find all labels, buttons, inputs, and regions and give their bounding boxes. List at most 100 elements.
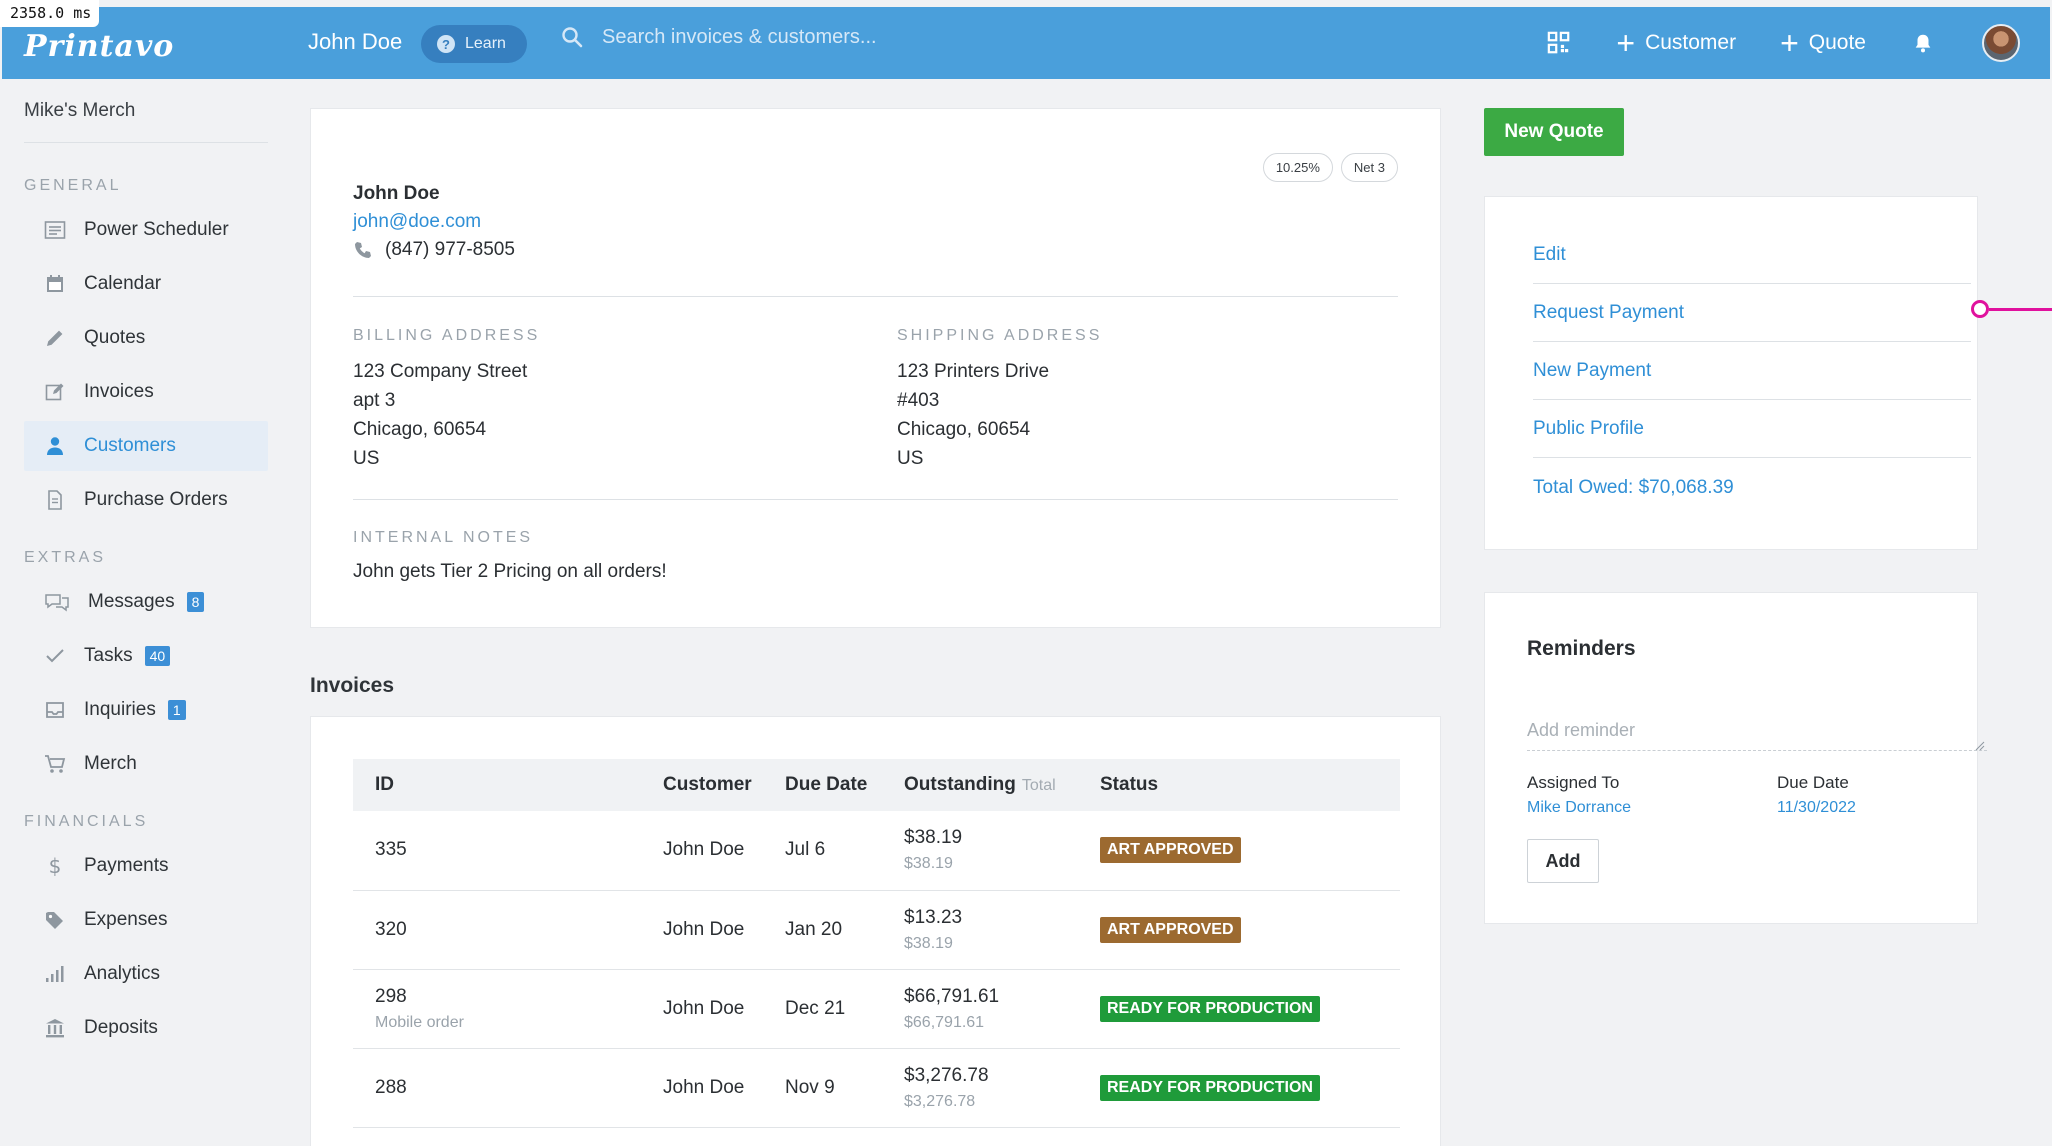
add-customer-button[interactable]: + Customer [1616,27,1736,59]
sidebar-item-label: Merch [84,753,137,774]
total-amount: $38.19 [904,934,953,952]
current-user-name[interactable]: John Doe [308,29,402,55]
sidebar-item-tasks[interactable]: Tasks 40 [24,631,268,681]
invoice-id[interactable]: 335 [353,811,663,891]
due-date-value[interactable]: 11/30/2022 [1777,799,1856,817]
add-quote-button[interactable]: + Quote [1780,27,1866,59]
outstanding-amount: $38.19 [904,827,963,849]
plus-icon: + [1616,25,1636,61]
status-badge[interactable]: READY FOR PRODUCTION [1100,1074,1320,1101]
sidebar-item-analytics[interactable]: Analytics [24,949,268,999]
total-owed-link[interactable]: Total Owed: $70,068.39 [1533,459,1971,516]
status-badge[interactable]: READY FOR PRODUCTION [1100,995,1320,1022]
schedule-icon [44,221,66,239]
table-row[interactable]: 298 Mobile order John Doe Dec 21 $66,791.… [353,969,1400,1049]
reminders-heading: Reminders [1527,637,1636,660]
invoice-customer: John Doe [663,890,785,970]
invoice-id-value: 298 [375,985,407,1007]
new-quote-button[interactable]: New Quote [1484,108,1624,156]
new-payment-link[interactable]: New Payment [1533,343,1971,400]
sidebar-item-payments[interactable]: $ Payments [24,841,268,891]
internal-notes-text: John gets Tier 2 Pricing on all orders! [353,561,667,582]
billing-address-label: BILLING ADDRESS [353,327,541,344]
add-reminder-input[interactable] [1527,711,1987,751]
top-bar: Printavo John Doe ? Learn + Customer + Q… [2,7,2050,79]
invoices-card: ID Customer Due Date Outstanding Total St… [310,716,1441,1146]
search-bar [560,25,1202,49]
sidebar-item-customers[interactable]: Customers [24,421,268,471]
reminder-due-date: Due Date 11/30/2022 [1777,773,1856,817]
billing-address: BILLING ADDRESS 123 Company Street apt 3… [353,327,540,473]
customer-name: John Doe [353,183,440,204]
customer-email-link[interactable]: john@doe.com [353,211,481,233]
sidebar: Mike's Merch GENERAL Power Scheduler Cal… [24,100,268,1057]
sidebar-item-power-scheduler[interactable]: Power Scheduler [24,205,268,255]
column-header-id[interactable]: ID [353,759,663,811]
column-header-outstanding[interactable]: Outstanding Total [904,759,1100,811]
customer-phone-number: (847) 977-8505 [385,239,515,260]
invoice-id-value: 288 [375,1076,407,1098]
avatar[interactable] [1982,24,2020,62]
column-header-status[interactable]: Status [1100,759,1400,811]
sidebar-item-merch[interactable]: Merch [24,739,268,789]
invoice-status: ART APPROVED [1100,890,1400,970]
edit-link[interactable]: Edit [1533,227,1971,284]
add-reminder-button[interactable]: Add [1527,839,1599,883]
customer-info-card: 10.25% Net 3 John Doe john@doe.com (847)… [310,108,1441,628]
shipping-address: SHIPPING ADDRESS 123 Printers Drive #403… [897,327,1102,473]
total-sublabel: Total [1021,777,1056,794]
sidebar-item-expenses[interactable]: Expenses [24,895,268,945]
sidebar-item-quotes[interactable]: Quotes [24,313,268,363]
table-row[interactable]: 320 John Doe Jan 20 $13.23 $38.19 ART APP… [353,890,1400,970]
customer-tags: 10.25% Net 3 [1262,153,1398,182]
column-header-customer[interactable]: Customer [663,759,785,811]
task-count-badge: 40 [144,646,171,666]
invoice-id[interactable]: 298 Mobile order [353,969,663,1049]
grid-icon[interactable] [1546,30,1572,56]
add-quote-label: Quote [1808,31,1866,54]
app-logo[interactable]: Printavo [24,29,174,64]
address-line: apt 3 [353,390,396,411]
sidebar-item-deposits[interactable]: Deposits [24,1003,268,1053]
assigned-to-value[interactable]: Mike Dorrance [1527,799,1631,817]
timing-readout: 2358.0 ms [0,0,100,27]
search-input[interactable] [602,25,1202,49]
outstanding-amount: $66,791.61 [904,985,1000,1007]
user-icon [47,437,63,455]
sidebar-item-label: Customers [84,435,176,456]
tax-rate-pill: 10.25% [1262,153,1333,182]
svg-text:$: $ [49,855,62,877]
inbox-icon [46,702,64,718]
learn-button[interactable]: ? Learn [421,25,527,63]
status-badge[interactable]: ART APPROVED [1100,837,1241,864]
invoice-outstanding: $13.23 $38.19 [904,890,1100,970]
request-payment-link[interactable]: Request Payment [1533,285,1971,342]
shipping-address-label: SHIPPING ADDRESS [897,327,1103,344]
help-icon: ? [437,35,455,53]
invoice-customer: John Doe [663,811,785,891]
annotation-marker [1971,300,1989,318]
column-header-due-date[interactable]: Due Date [785,759,904,811]
invoice-due-date: Nov 9 [785,1048,904,1128]
sidebar-item-purchase-orders[interactable]: Purchase Orders [24,475,268,525]
bell-icon[interactable] [1910,30,1936,56]
sidebar-item-calendar[interactable]: Calendar [24,259,268,309]
sidebar-item-label: Inquiries [84,699,156,720]
invoice-id[interactable]: 288 [353,1048,663,1128]
sidebar-item-messages[interactable]: Messages 8 [24,577,268,627]
sidebar-item-label: Expenses [84,909,168,930]
divider [353,499,1398,500]
table-row[interactable]: 335 John Doe Jul 6 $38.19 $38.19 ART APPR… [353,811,1400,891]
status-badge[interactable]: ART APPROVED [1100,916,1241,943]
resize-handle-icon[interactable] [1975,741,1985,751]
table-row[interactable]: 288 John Doe Nov 9 $3,276.78 $3,276.78 RE… [353,1048,1400,1128]
invoice-id[interactable]: 320 [353,890,663,970]
sidebar-item-inquiries[interactable]: Inquiries 1 [24,685,268,735]
public-profile-link[interactable]: Public Profile [1533,401,1971,458]
sidebar-item-invoices[interactable]: Invoices [24,367,268,417]
outstanding-amount: $13.23 [904,906,963,928]
invoice-due-date: Jan 20 [785,890,904,970]
total-amount: $66,791.61 [904,1013,985,1031]
invoices-table: ID Customer Due Date Outstanding Total St… [353,759,1400,1128]
invoice-id-value: 320 [375,918,407,940]
